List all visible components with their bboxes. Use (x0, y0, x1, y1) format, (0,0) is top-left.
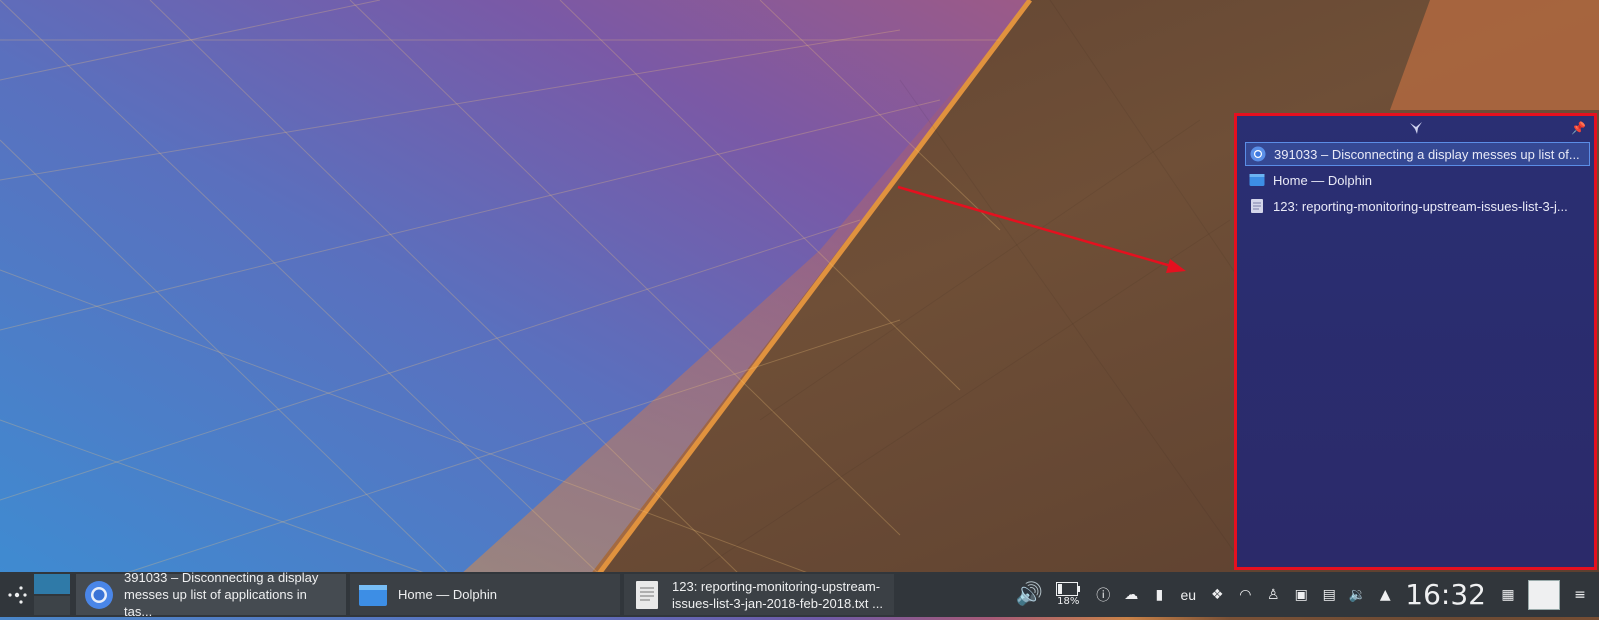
window-thumbnail-icon[interactable] (1528, 579, 1560, 610)
battery-indicator[interactable]: 18% (1048, 582, 1088, 608)
wifi-icon[interactable]: ◠ (1232, 582, 1258, 608)
text-file-icon (1251, 199, 1263, 213)
battery-icon (1056, 582, 1081, 596)
window-item-label: Home — Dolphin (1273, 172, 1372, 188)
window-item-label: 391033 – Disconnecting a display messes … (1274, 146, 1580, 162)
task-chrome[interactable]: 391033 – Disconnecting a display messes … (76, 570, 346, 619)
application-launcher[interactable] (0, 572, 34, 617)
task-label-line2: issues-list-3-jan-2018-feb-2018.txt ... (672, 595, 883, 611)
desktop-1[interactable] (34, 574, 70, 594)
window-item-dolphin[interactable]: Home — Dolphin (1245, 168, 1590, 192)
task-label: 123: reporting-monitoring-upstream- issu… (672, 578, 883, 612)
chrome-icon (85, 580, 113, 609)
task-dolphin[interactable]: Home — Dolphin (350, 574, 620, 615)
audio-icon[interactable]: 🔉 (1344, 582, 1370, 608)
panel-menu-icon[interactable]: ≡ (1567, 582, 1593, 608)
text-file-icon (636, 580, 658, 609)
pin-icon[interactable]: 📌 (1571, 121, 1586, 135)
taskbar: 391033 – Disconnecting a display messes … (0, 570, 1599, 619)
desktop-2[interactable] (34, 595, 70, 615)
kde-connect-icon[interactable]: ♙ (1260, 582, 1286, 608)
task-label-line1: 123: reporting-monitoring-upstream- (672, 578, 881, 594)
weather-icon[interactable]: ☁ (1118, 582, 1144, 608)
keyboard-layout[interactable]: eu (1174, 582, 1202, 608)
system-tray: 🔊 18% ⓘ ☁ ▮ eu ❖ ◠ ♙ ▣ ▤ 🔉 ▲ 16:32 ▦ ≡ (1011, 572, 1599, 617)
window-item-chrome[interactable]: 391033 – Disconnecting a display messes … (1245, 142, 1590, 166)
dropbox-icon[interactable]: ❖ (1204, 582, 1230, 608)
task-label: 391033 – Disconnecting a display messes … (124, 569, 338, 620)
window-item-label: 123: reporting-monitoring-upstream-issue… (1273, 198, 1568, 214)
expand-tray-icon[interactable]: ▲ (1372, 582, 1398, 608)
virtual-desktop-pager[interactable] (34, 574, 70, 615)
task-label-line1: 391033 – Disconnecting a display (124, 570, 319, 585)
task-text-editor[interactable]: 123: reporting-monitoring-upstream- issu… (624, 574, 894, 615)
digital-clock[interactable]: 16:32 (1405, 578, 1486, 611)
folder-icon (359, 584, 387, 606)
usb-device-icon[interactable]: ▮ (1146, 582, 1172, 608)
device-notifier-icon[interactable]: ▣ (1288, 582, 1314, 608)
notifications-icon[interactable]: ⓘ (1090, 582, 1116, 608)
kde-bird-icon (1409, 122, 1422, 134)
battery-percent: 18% (1057, 596, 1080, 607)
window-item-text-editor[interactable]: 123: reporting-monitoring-upstream-issue… (1245, 194, 1590, 218)
task-label-line2: messes up list of applications in tas... (124, 587, 307, 619)
folder-icon (1249, 174, 1265, 186)
launcher-icon (8, 585, 27, 604)
chrome-icon (1250, 146, 1266, 162)
show-desktop-icon[interactable]: ▦ (1495, 582, 1521, 608)
task-label-line1: Home — Dolphin (398, 587, 497, 602)
clipboard-icon[interactable]: ▤ (1316, 582, 1342, 608)
task-label: Home — Dolphin (398, 586, 497, 603)
volume-icon[interactable]: 🔊 (1012, 582, 1046, 608)
popup-header: 📌 (1237, 116, 1594, 140)
window-list-popup: 📌 391033 – Disconnecting a display messe… (1234, 113, 1597, 570)
